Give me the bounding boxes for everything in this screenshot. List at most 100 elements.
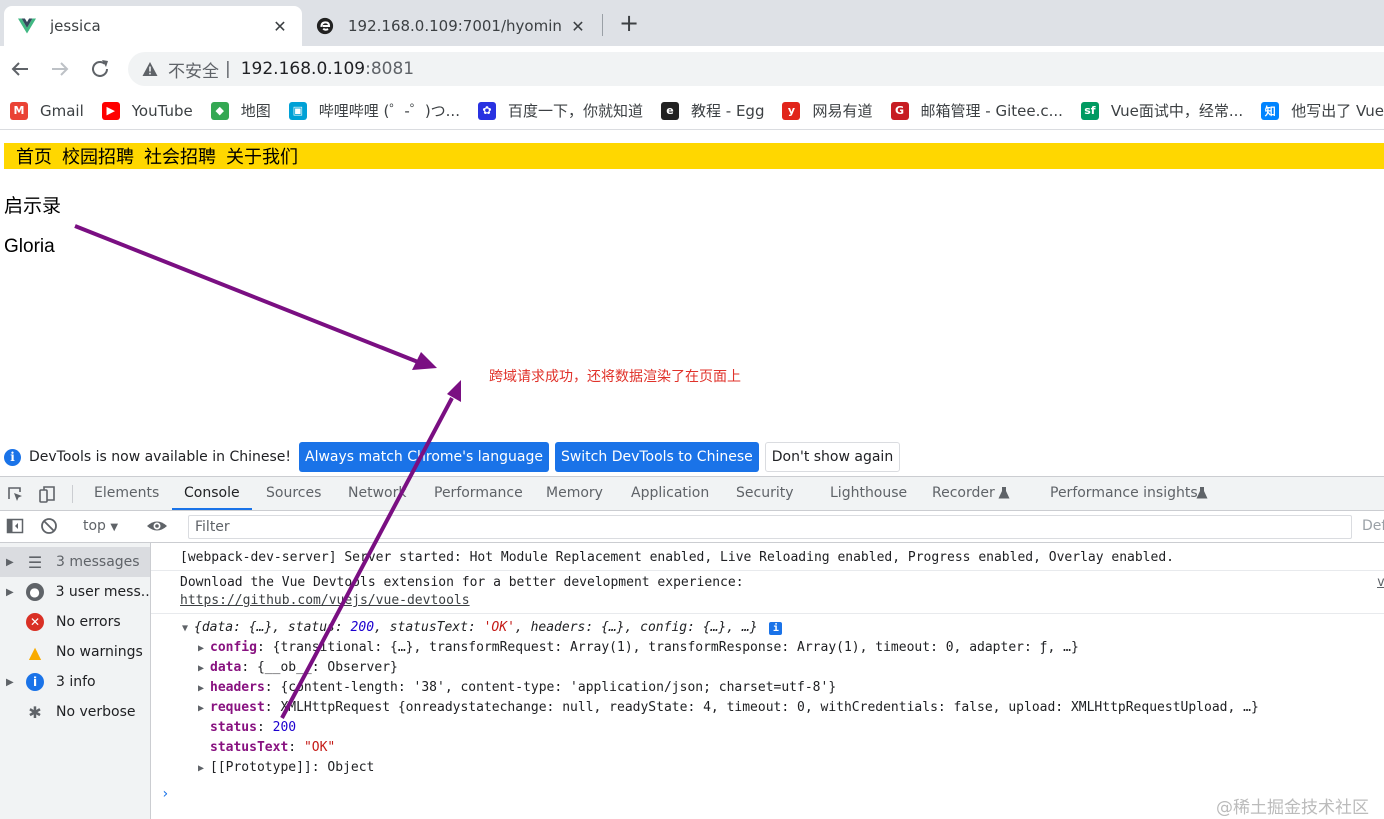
tab-sources[interactable]: Sources [266,477,321,510]
property-value: {__ob__: Observer} [256,660,398,675]
sidebar-item[interactable]: ▲ No warnings [0,637,150,667]
browser-tab-hyomin[interactable]: 192.168.0.109:7001/hyomin ✕ [302,6,600,46]
bookmark-item[interactable]: G 邮箱管理 - Gitee.c... [890,100,1063,121]
context-selector[interactable]: top ▼ [83,518,118,534]
browser-tab-jessica[interactable]: jessica ✕ [4,6,302,46]
bookmark-item[interactable]: ▶ YouTube [101,101,193,120]
property-key: config [210,640,257,655]
bookmarks-bar: M Gmail ▶ YouTube ◆ 地图 ▣ 哔哩哔哩 (゜-゜)つ... ✿ 百度一下，你就… [0,92,1384,130]
bookmark-item[interactable]: sf Vue面试中，经常... [1080,100,1243,121]
bookmark-item[interactable]: 知他写出了 Vue [1261,100,1384,121]
object-property[interactable]: ▶ [[Prototype]]: Object [198,760,374,775]
collapsed-triangle-icon[interactable]: ▶ [198,763,210,774]
bookmark-item[interactable]: y 网易有道 [782,100,873,121]
collapsed-triangle-icon[interactable]: ▶ [198,663,210,674]
tab-close-icon[interactable]: ✕ [570,17,586,36]
expanded-triangle-icon[interactable]: ▼ [182,623,194,634]
console-toolbar: top ▼ Filter Def [0,511,1384,543]
tab-divider [602,14,603,36]
console-log: [webpack-dev-server] Server started: Hot… [151,543,1384,819]
property-value: XMLHttpRequest {onreadystatechange: null… [280,700,1259,715]
tab-security[interactable]: Security [736,477,794,510]
sidebar-item[interactable]: ▶ ☰ 3 messages [0,547,150,577]
filter-input[interactable]: Filter [188,515,1352,539]
bookmark-label: YouTube [131,101,193,120]
bookmark-item[interactable]: ◆ 地图 [210,100,271,121]
bookmark-label: Gmail [40,101,84,120]
address-bar[interactable]: 不安全 | 192.168.0.109:8081 [128,52,1384,86]
object-property[interactable]: ▶ headers: {content-length: '38', content… [198,680,836,695]
sidebar-item[interactable]: ▶ ● 3 user mess... [0,577,150,607]
devtools-language-bar: i DevTools is now available in Chinese! … [0,438,1384,476]
back-arrow-icon[interactable] [8,57,32,81]
caret-right-icon[interactable]: ▶ [6,587,16,598]
property-colon: : [264,700,281,715]
object-property[interactable]: ▶ config: {transitional: {…}, transformRe… [198,640,1079,655]
caret-right-icon[interactable]: ▶ [6,557,16,568]
sidebar-item-label: 3 messages [56,554,140,570]
info-badge-icon[interactable]: i [769,622,783,635]
inspect-element-icon[interactable] [6,485,24,503]
reload-icon[interactable] [88,57,112,81]
sidebar-item-label: No errors [56,614,121,630]
property-value: Object [327,760,375,775]
object-summary[interactable]: ▼ {data: {…}, status: 200, statusText: 'O… [182,620,783,635]
tab-application[interactable]: Application [631,477,709,510]
warning-icon: ▲ [28,642,42,662]
tab-console[interactable]: Console [172,477,252,510]
device-toolbar-icon[interactable] [38,485,56,503]
collapsed-triangle-icon[interactable]: ▶ [198,703,210,714]
log-source-link[interactable]: v [1377,575,1384,590]
property-colon: : [241,660,257,675]
dont-show-again-button[interactable]: Don't show again [764,442,901,472]
gmail-icon: M [10,101,28,120]
tab-close-icon[interactable]: ✕ [272,17,288,36]
sidebar-item[interactable]: ▶ i 3 info [0,667,150,697]
tab-recorder[interactable]: Recorder [932,477,995,510]
object-property[interactable]: ▶ data: {__ob__: Observer} [198,660,398,675]
sidebar-toggle-icon[interactable] [6,517,24,535]
switch-chinese-button[interactable]: Switch DevTools to Chinese [554,442,759,472]
new-tab-button[interactable]: + [617,11,641,36]
object-property[interactable]: ▶ request: XMLHttpRequest {onreadystatech… [198,700,1259,715]
match-language-button[interactable]: Always match Chrome's language [299,442,549,472]
bookmark-item[interactable]: ✿ 百度一下，你就知道 [477,100,643,121]
tab-network[interactable]: Network [348,477,406,510]
collapsed-triangle-icon[interactable]: ▶ [198,683,210,694]
bookmark-label: 百度一下，你就知道 [507,102,643,120]
caret-right-icon[interactable]: ▶ [6,677,16,688]
warning-triangle-icon [142,62,158,76]
property-key: headers [210,680,265,695]
bookmark-item[interactable]: M Gmail [10,101,84,120]
collapsed-triangle-icon[interactable]: ▶ [198,643,210,654]
bookmark-item[interactable]: ▣ 哔哩哔哩 (゜-゜)つ... [288,100,460,121]
sidebar-item[interactable]: ✕ No errors [0,607,150,637]
url-host: 192.168.0.109 [240,59,366,79]
tab-lighthouse[interactable]: Lighthouse [830,477,907,510]
tab-elements[interactable]: Elements [94,477,159,510]
tab-performance[interactable]: Performance [434,477,523,510]
clear-console-icon[interactable] [40,517,58,535]
nav-link-campus[interactable]: 校园招聘 [62,143,134,169]
eye-icon[interactable] [146,517,168,535]
property-value: {transitional: {…}, transformRequest: Ar… [272,640,1079,655]
forward-arrow-icon[interactable] [48,57,72,81]
error-icon: ✕ [26,613,44,631]
property-key: statusText [210,740,289,755]
nav-link-about[interactable]: 关于我们 [226,143,298,169]
devtools-link[interactable]: https://github.com/vuejs/vue-devtools [180,593,470,608]
nav-link-home[interactable]: 首页 [16,143,52,169]
insecure-label: 不安全 [168,61,219,82]
bookmark-item[interactable]: e 教程 - Egg [661,100,764,121]
log-levels-dropdown[interactable]: Def [1362,518,1384,534]
arrowhead [447,380,461,402]
tab-performance-insights[interactable]: Performance insights [1050,477,1198,510]
maps-icon: ◆ [210,101,229,120]
sidebar-item-label: 3 info [56,674,96,690]
console-prompt[interactable]: › [161,786,169,802]
bookmark-label: 地图 [240,102,271,120]
nav-link-social[interactable]: 社会招聘 [144,143,216,169]
tab-memory[interactable]: Memory [546,477,603,510]
language-message: DevTools is now available in Chinese! [29,449,291,465]
sidebar-item[interactable]: ✱ No verbose [0,697,150,727]
